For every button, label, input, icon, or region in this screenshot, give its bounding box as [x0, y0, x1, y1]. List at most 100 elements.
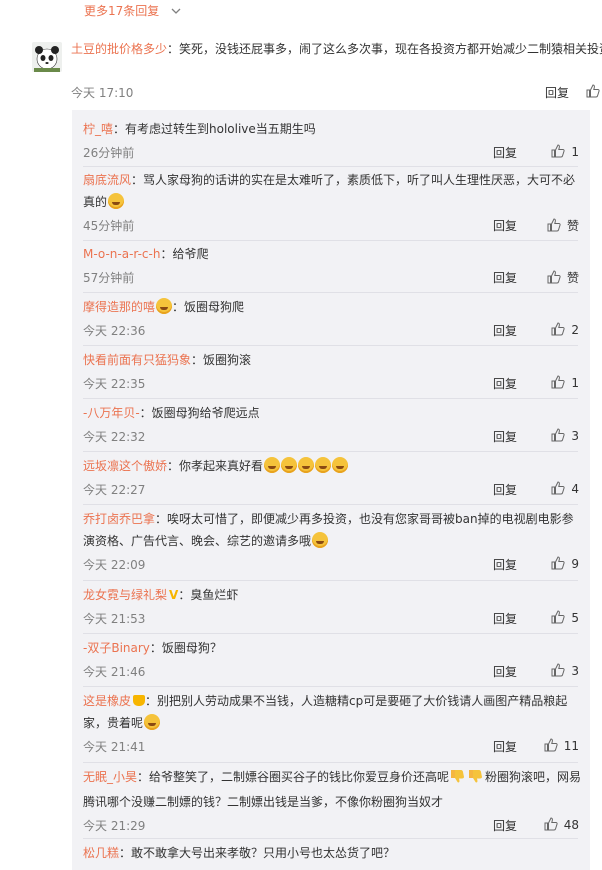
drooling-emoji-icon — [297, 457, 314, 473]
reply-button[interactable]: 回复 — [493, 428, 517, 445]
list-item: -八万年贝-：饭圈母狗给爷爬远点 今天 22:32 回复 3 — [83, 402, 583, 446]
reply-time: 今天 22:35 — [83, 377, 146, 391]
reply-button[interactable]: 回复 — [493, 144, 517, 161]
divider — [83, 398, 578, 399]
reply-button[interactable]: 回复 — [493, 322, 517, 339]
like-count: 3 — [571, 429, 579, 443]
divider — [83, 345, 578, 346]
like-button[interactable]: 11 — [533, 738, 579, 755]
reply-text: ：饭圈母狗爬 — [172, 300, 245, 314]
reply-text: ：饭圈狗滚 — [191, 353, 252, 367]
thumbs-up-icon — [551, 610, 565, 627]
reply-username[interactable]: 龙女霓与绿礼梨 — [83, 588, 167, 602]
like-button[interactable]: 3 — [533, 663, 579, 680]
like-button[interactable]: 赞 — [533, 269, 579, 287]
reply-time: 26分钟前 — [83, 146, 135, 160]
like-button[interactable]: 3 — [533, 428, 579, 445]
divider — [83, 633, 578, 634]
reply-time: 57分钟前 — [83, 271, 135, 285]
reply-button[interactable]: 回复 — [493, 269, 517, 286]
like-count: 1 — [571, 145, 579, 159]
reply-username[interactable]: M-o-n-a-r-c-h — [83, 247, 160, 261]
comment-body: ：笑死，没钱还屁事多，闹了这么多次事，现在各投资方都开始减少二制猿相关投资了 — [167, 42, 602, 56]
reply-text: ：饭圈母狗给爷爬远点 — [139, 406, 260, 420]
like-count: 3 — [571, 664, 579, 678]
reply-button[interactable]: 回复 — [493, 738, 517, 755]
list-item: 摩得造那的嘻 ：饭圈母狗爬 今天 22:36 回复 2 — [83, 296, 583, 340]
like-button[interactable]: 2 — [533, 322, 579, 339]
reply-username[interactable]: -双子Binary — [83, 641, 150, 655]
like-count: 5 — [571, 611, 579, 625]
reply-time: 今天 22:36 — [83, 324, 146, 338]
divider — [83, 451, 578, 452]
like-button[interactable]: 4 — [533, 481, 579, 498]
reply-username[interactable]: 松几糕 — [83, 846, 119, 860]
thumbs-down-icon — [468, 768, 484, 791]
like-count: 赞 — [566, 271, 579, 285]
like-button[interactable]: 1 — [533, 144, 579, 161]
divider — [83, 292, 578, 293]
like-count: 2 — [571, 323, 579, 337]
thumbs-up-icon — [547, 270, 561, 287]
more-replies-link[interactable]: 更多17条回复 — [84, 2, 181, 19]
like-button[interactable]: 1 — [533, 375, 579, 392]
reply-time: 今天 21:46 — [83, 665, 146, 679]
like-count: 11 — [563, 739, 579, 753]
divider — [83, 240, 578, 241]
reply-button[interactable]: 回复 — [493, 663, 517, 680]
reply-button[interactable]: 回复 — [493, 375, 517, 392]
list-item: -双子Binary：饭圈母狗？ 今天 21:46 回复 3 — [83, 637, 583, 681]
reply-username[interactable]: 远坂凛这个傲娇 — [83, 459, 167, 473]
reply-button[interactable]: 回复 — [493, 481, 517, 498]
like-button[interactable]: 48 — [533, 817, 579, 834]
list-item: 柠_嘻：有考虑过转生到hololive当五期生吗 26分钟前 回复 1 — [83, 118, 583, 162]
reply-text: ：你孝起来真好看 — [167, 459, 264, 473]
list-item: 龙女霓与绿礼梨 V：臭鱼烂虾 今天 21:53 回复 5 — [83, 584, 583, 628]
replies-panel: 柠_嘻：有考虑过转生到hololive当五期生吗 26分钟前 回复 1 扇底流风：骂… — [72, 110, 590, 870]
divider — [83, 838, 578, 839]
reply-username[interactable]: 快看前面有只猛犸象 — [83, 353, 191, 367]
thumbs-up-icon — [586, 84, 600, 101]
divider — [83, 762, 578, 763]
reply-text: ：骂人家母狗的话讲的实在是太难听了，素质低下，听了叫人生理性厌恶，大可不必真的 — [83, 173, 576, 209]
reply-username[interactable]: 柠_嘻 — [83, 122, 113, 136]
drooling-emoji-icon — [314, 457, 331, 473]
comment-username[interactable]: 土豆的批价格多少 — [71, 42, 167, 56]
reply-time: 今天 22:27 — [83, 483, 146, 497]
vip-badge-icon: V — [169, 588, 179, 602]
reply-button[interactable]: 回复 — [493, 610, 517, 627]
thumbs-up-icon — [544, 738, 558, 755]
like-count: 4 — [571, 482, 579, 496]
reply-username[interactable]: -八万年贝- — [83, 406, 140, 420]
main-comment-meta: 今天 17:10 回复 85 — [71, 84, 602, 101]
thumbs-up-icon — [547, 218, 561, 235]
divider — [83, 166, 578, 167]
reply-text: ：饭圈母狗？ — [149, 641, 222, 655]
nerd-emoji-icon — [143, 714, 160, 730]
reply-username[interactable]: 乔打卤乔巴拿 — [83, 512, 155, 526]
list-item: 这是橡皮 ：别把别人劳动成果不当钱，人造糖精cp可是要砸了大价钱请人画图产精品粮起… — [83, 690, 583, 756]
reply-username[interactable]: 这是橡皮 — [83, 694, 131, 708]
reply-username[interactable]: 扇底流风 — [83, 173, 131, 187]
reply-button[interactable]: 回复 — [493, 817, 517, 834]
like-count: 48 — [563, 818, 579, 832]
like-button[interactable]: 赞 — [533, 217, 579, 235]
list-item: 乔打卤乔巴拿：唉呀太可惜了，即便减少再多投资，也没有您家哥哥被ban掉的电视剧电… — [83, 508, 583, 574]
like-button[interactable]: 85 — [586, 84, 602, 101]
thumbs-up-icon — [551, 144, 565, 161]
reply-username[interactable]: 无眠_小昊 — [83, 770, 137, 784]
reply-button[interactable]: 回复 — [493, 217, 517, 234]
heart-eyes-emoji-icon — [155, 298, 172, 314]
thumbs-down-icon — [450, 768, 466, 791]
reply-button[interactable]: 回复 — [493, 556, 517, 573]
reply-username[interactable]: 摩得造那的嘻 — [83, 300, 155, 314]
thumbs-up-icon — [551, 556, 565, 573]
reply-button[interactable]: 回复 — [545, 84, 569, 101]
thumbs-up-icon — [551, 322, 565, 339]
avatar[interactable] — [32, 42, 62, 72]
list-item: 扇底流风：骂人家母狗的话讲的实在是太难听了，素质低下，听了叫人生理性厌恶，大可不… — [83, 169, 583, 235]
like-button[interactable]: 5 — [533, 610, 579, 627]
like-count: 1 — [571, 376, 579, 390]
like-button[interactable]: 9 — [533, 556, 579, 573]
reply-time: 45分钟前 — [83, 219, 135, 233]
